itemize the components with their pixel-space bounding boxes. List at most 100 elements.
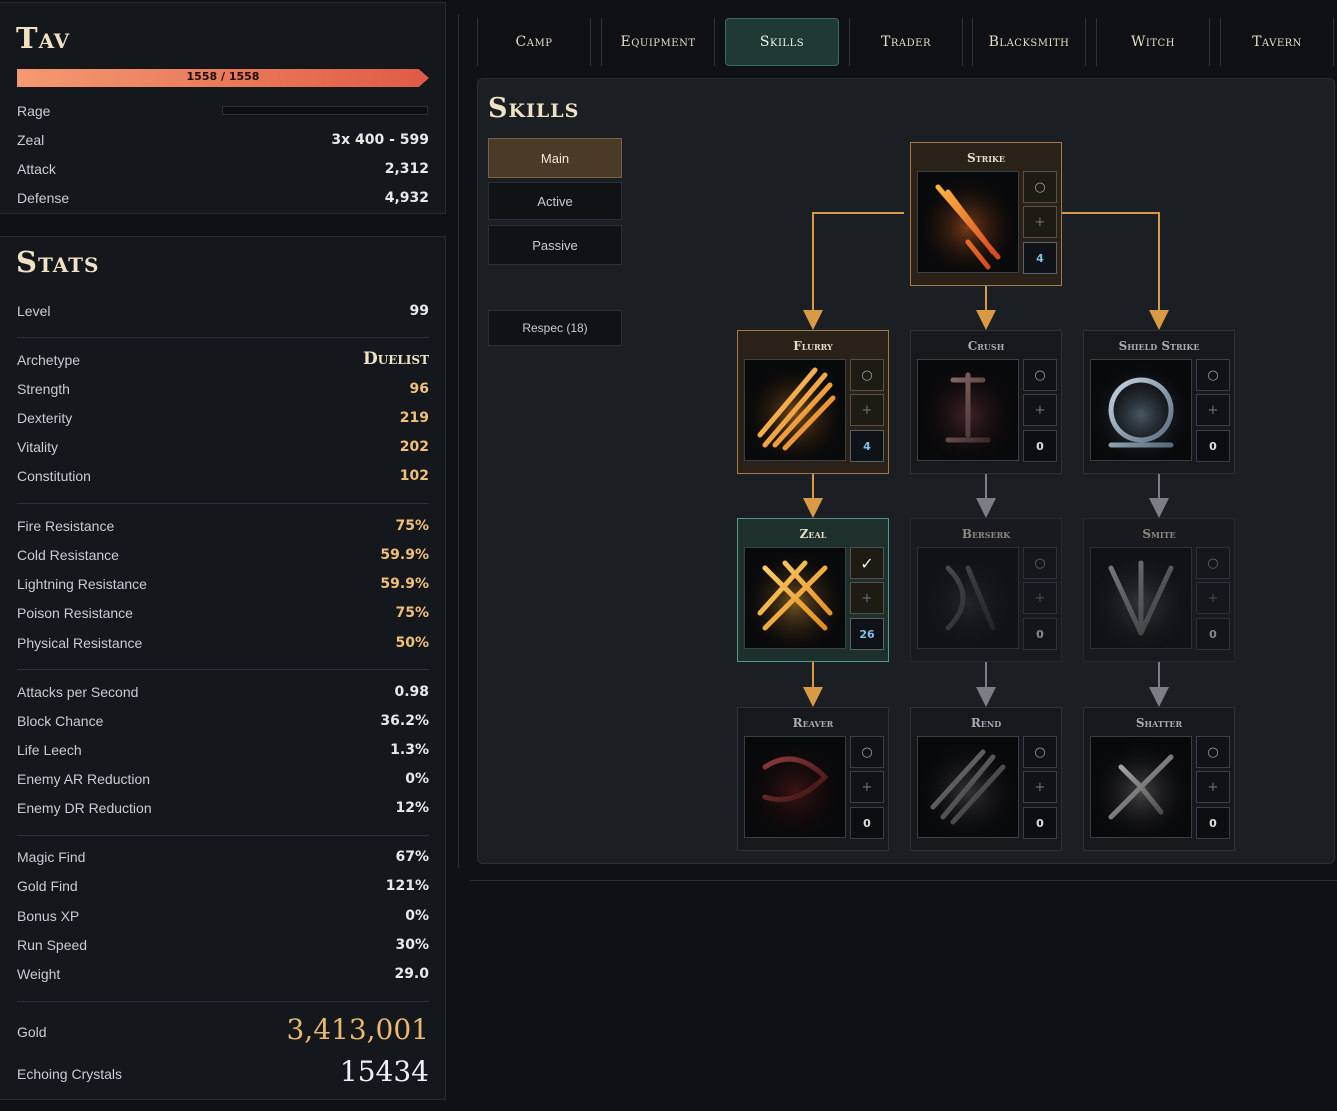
stat-row-cold-resistance: Cold Resistance 59.9% — [17, 547, 429, 567]
skill-select-button[interactable]: ○ — [1196, 547, 1230, 579]
stat-label: Level — [17, 303, 51, 319]
skill-add-point-button[interactable]: + — [850, 771, 884, 803]
skill-name: Smite — [1142, 527, 1176, 541]
stat-label: Weight — [17, 966, 61, 982]
stat-row-strength: Strength 96 — [17, 381, 429, 401]
tab-blacksmith[interactable]: Blacksmith — [972, 18, 1086, 66]
skill-add-point-button[interactable]: + — [850, 394, 884, 426]
stat-value: 59.9% — [380, 547, 429, 563]
skill-add-point-button[interactable]: + — [1196, 771, 1230, 803]
stat-row-life-leech: Life Leech 1.3% — [17, 742, 429, 762]
skill-node-rend[interactable]: Rend ○ +0 — [910, 707, 1062, 851]
skill-node-flurry[interactable]: Flurry ○ +4 — [737, 330, 889, 474]
skill-name: Strike — [966, 151, 1006, 165]
stat-value: 0% — [405, 771, 429, 787]
skill-select-button[interactable]: ○ — [1023, 171, 1057, 203]
skill-add-point-button[interactable]: + — [1023, 582, 1057, 614]
skill-selected-check-icon[interactable]: ✓ — [850, 547, 884, 579]
skill-select-button[interactable]: ○ — [1196, 736, 1230, 768]
stat-value: 1.3% — [390, 742, 429, 758]
skill-add-point-button[interactable]: + — [1023, 206, 1057, 238]
category-main-button[interactable]: Main — [488, 138, 622, 178]
bottom-divider — [470, 880, 1337, 881]
tab-trader[interactable]: Trader — [849, 18, 963, 66]
gold-label: Gold — [17, 1024, 47, 1040]
stat-value: 36.2% — [380, 713, 429, 729]
skill-node-strike[interactable]: Strike ○ +4 — [910, 142, 1062, 286]
stat-label: Magic Find — [17, 849, 86, 865]
category-active-button[interactable]: Active — [488, 182, 622, 220]
stats-panel: Stats Level 99 Archetype Duelist Strengt… — [0, 236, 446, 1100]
skill-select-button[interactable]: ○ — [1023, 359, 1057, 391]
skill-add-point-button[interactable]: + — [850, 582, 884, 614]
tab-camp[interactable]: Camp — [477, 18, 591, 66]
stat-row-archetype: Archetype Duelist — [17, 349, 429, 372]
stat-label: Rage — [17, 103, 51, 119]
tab-equipment[interactable]: Equipment — [601, 18, 715, 66]
stat-label: Lightning Resistance — [17, 576, 147, 592]
stat-row-dexterity: Dexterity 219 — [17, 410, 429, 430]
berserk-icon — [917, 547, 1019, 649]
stat-label: Bonus XP — [17, 908, 80, 924]
skill-select-button[interactable]: ○ — [1023, 736, 1057, 768]
stat-label: Attacks per Second — [17, 684, 139, 700]
stat-row-defense: Defense 4,932 — [17, 190, 429, 210]
skill-node-crush[interactable]: Crush ○ +0 — [910, 330, 1062, 474]
skill-select-button[interactable]: ○ — [850, 359, 884, 391]
stat-label: Strength — [17, 381, 70, 397]
shatter-icon — [1090, 736, 1192, 838]
skill-name: Flurry — [793, 339, 833, 353]
respec-button[interactable]: Respec (18) — [488, 310, 622, 346]
stat-row-enemy-dr-reduction: Enemy DR Reduction 12% — [17, 800, 429, 820]
stat-row-enemy-ar-reduction: Enemy AR Reduction 0% — [17, 771, 429, 791]
skill-select-button[interactable]: ○ — [1023, 547, 1057, 579]
stat-row-attack: Attack 2,312 — [17, 161, 429, 181]
skill-node-smite[interactable]: Smite ○ +0 — [1083, 518, 1235, 662]
stat-label: Cold Resistance — [17, 547, 119, 563]
skill-level: 0 — [1023, 618, 1057, 650]
skill-name: Crush — [967, 339, 1005, 353]
crush-icon — [917, 359, 1019, 461]
stat-label: Defense — [17, 190, 70, 206]
stat-row-block-chance: Block Chance 36.2% — [17, 713, 429, 733]
stat-label: Enemy DR Reduction — [17, 800, 152, 816]
divider — [17, 669, 429, 670]
skill-level: 0 — [850, 807, 884, 839]
skill-node-berserk[interactable]: Berserk ○ +0 — [910, 518, 1062, 662]
skill-add-point-button[interactable]: + — [1023, 771, 1057, 803]
stat-value: 219 — [399, 410, 429, 426]
stat-value: 99 — [409, 303, 429, 319]
divider — [17, 835, 429, 836]
divider — [17, 337, 429, 338]
skill-add-point-button[interactable]: + — [1023, 394, 1057, 426]
skill-node-shatter[interactable]: Shatter ○ +0 — [1083, 707, 1235, 851]
category-passive-button[interactable]: Passive — [488, 225, 622, 265]
skill-node-reaver[interactable]: Reaver ○ +0 — [737, 707, 889, 851]
skill-add-point-button[interactable]: + — [1196, 394, 1230, 426]
stat-row-gold-find: Gold Find 121% — [17, 878, 429, 898]
tab-tavern[interactable]: Tavern — [1220, 18, 1334, 66]
stat-label: Run Speed — [17, 937, 88, 953]
skill-select-button[interactable]: ○ — [1196, 359, 1230, 391]
skill-level: 0 — [1023, 430, 1057, 462]
skill-add-point-button[interactable]: + — [1196, 582, 1230, 614]
divider — [17, 1001, 429, 1002]
stat-value: 0% — [405, 908, 429, 924]
stat-label: Physical Resistance — [17, 635, 143, 651]
tab-witch[interactable]: Witch — [1096, 18, 1210, 66]
skill-level: 0 — [1196, 430, 1230, 462]
skills-panel: Skills Main Active Passive Respec (18) S… — [477, 78, 1335, 864]
stat-value: 75% — [395, 518, 429, 534]
character-panel: Tav 1558 / 1558 Rage Zeal 3x 400 - 599 A… — [0, 2, 446, 214]
skill-node-zeal[interactable]: Zeal ✓ +26 — [737, 518, 889, 662]
skill-node-shield-strike[interactable]: Shield Strike ○ +0 — [1083, 330, 1235, 474]
health-bar: 1558 / 1558 — [17, 69, 429, 87]
tab-skills[interactable]: Skills — [725, 18, 839, 66]
divider — [17, 503, 429, 504]
skill-select-button[interactable]: ○ — [850, 736, 884, 768]
smite-icon — [1090, 547, 1192, 649]
crystals-label: Echoing Crystals — [17, 1066, 123, 1082]
skill-name: Shield Strike — [1118, 339, 1200, 353]
stat-value: 2,312 — [384, 161, 429, 177]
stat-value: 121% — [385, 878, 429, 894]
